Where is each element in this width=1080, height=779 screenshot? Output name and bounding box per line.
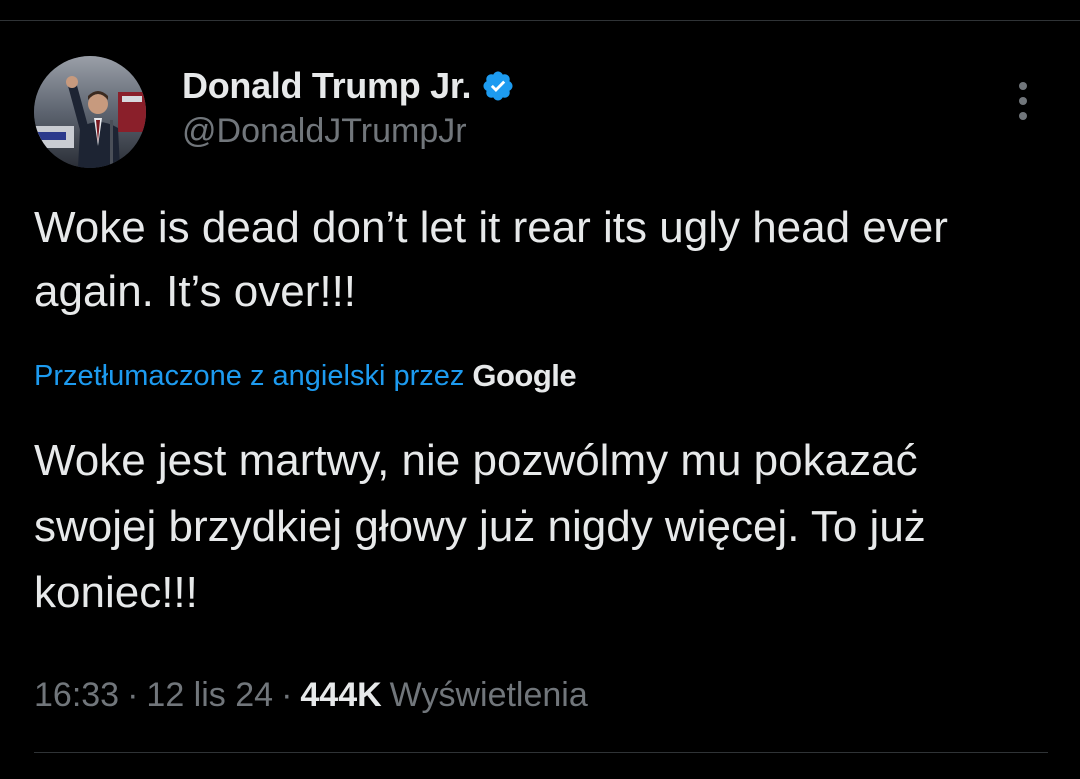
views-label[interactable]: Wyświetlenia [390, 676, 588, 715]
more-options-button[interactable] [1008, 80, 1038, 122]
author-handle[interactable]: @DonaldJTrumpJr [182, 112, 467, 151]
translation-label[interactable]: Przetłumaczone z angielski przez [34, 360, 464, 393]
translation-attribution[interactable]: Przetłumaczone z angielski przez Google [34, 354, 577, 398]
tweet-meta: 16:33 · 12 lis 24 · 444K Wyświetlenia [34, 672, 588, 718]
google-logo: Google [472, 358, 577, 393]
views-count[interactable]: 444K [300, 676, 381, 715]
meta-separator: · [281, 675, 293, 714]
meta-separator: · [127, 675, 139, 714]
tweet-time[interactable]: 16:33 [34, 676, 119, 715]
display-name[interactable]: Donald Trump Jr. [182, 65, 472, 107]
more-options-icon [1019, 112, 1027, 120]
more-options-icon [1019, 97, 1027, 105]
verified-badge-icon[interactable] [481, 69, 515, 103]
bottom-divider [34, 752, 1048, 753]
tweet-text: Woke is dead don’t let it rear its ugly … [34, 203, 948, 316]
top-divider [0, 20, 1080, 21]
translated-text: Woke jest martwy, nie pozwólmy mu pokaza… [34, 436, 926, 617]
tweet-date[interactable]: 12 lis 24 [146, 676, 273, 715]
avatar[interactable] [34, 56, 146, 168]
author-name-row[interactable]: Donald Trump Jr. [182, 64, 515, 108]
profile-photo-icon [34, 56, 146, 168]
more-options-icon [1019, 82, 1027, 90]
